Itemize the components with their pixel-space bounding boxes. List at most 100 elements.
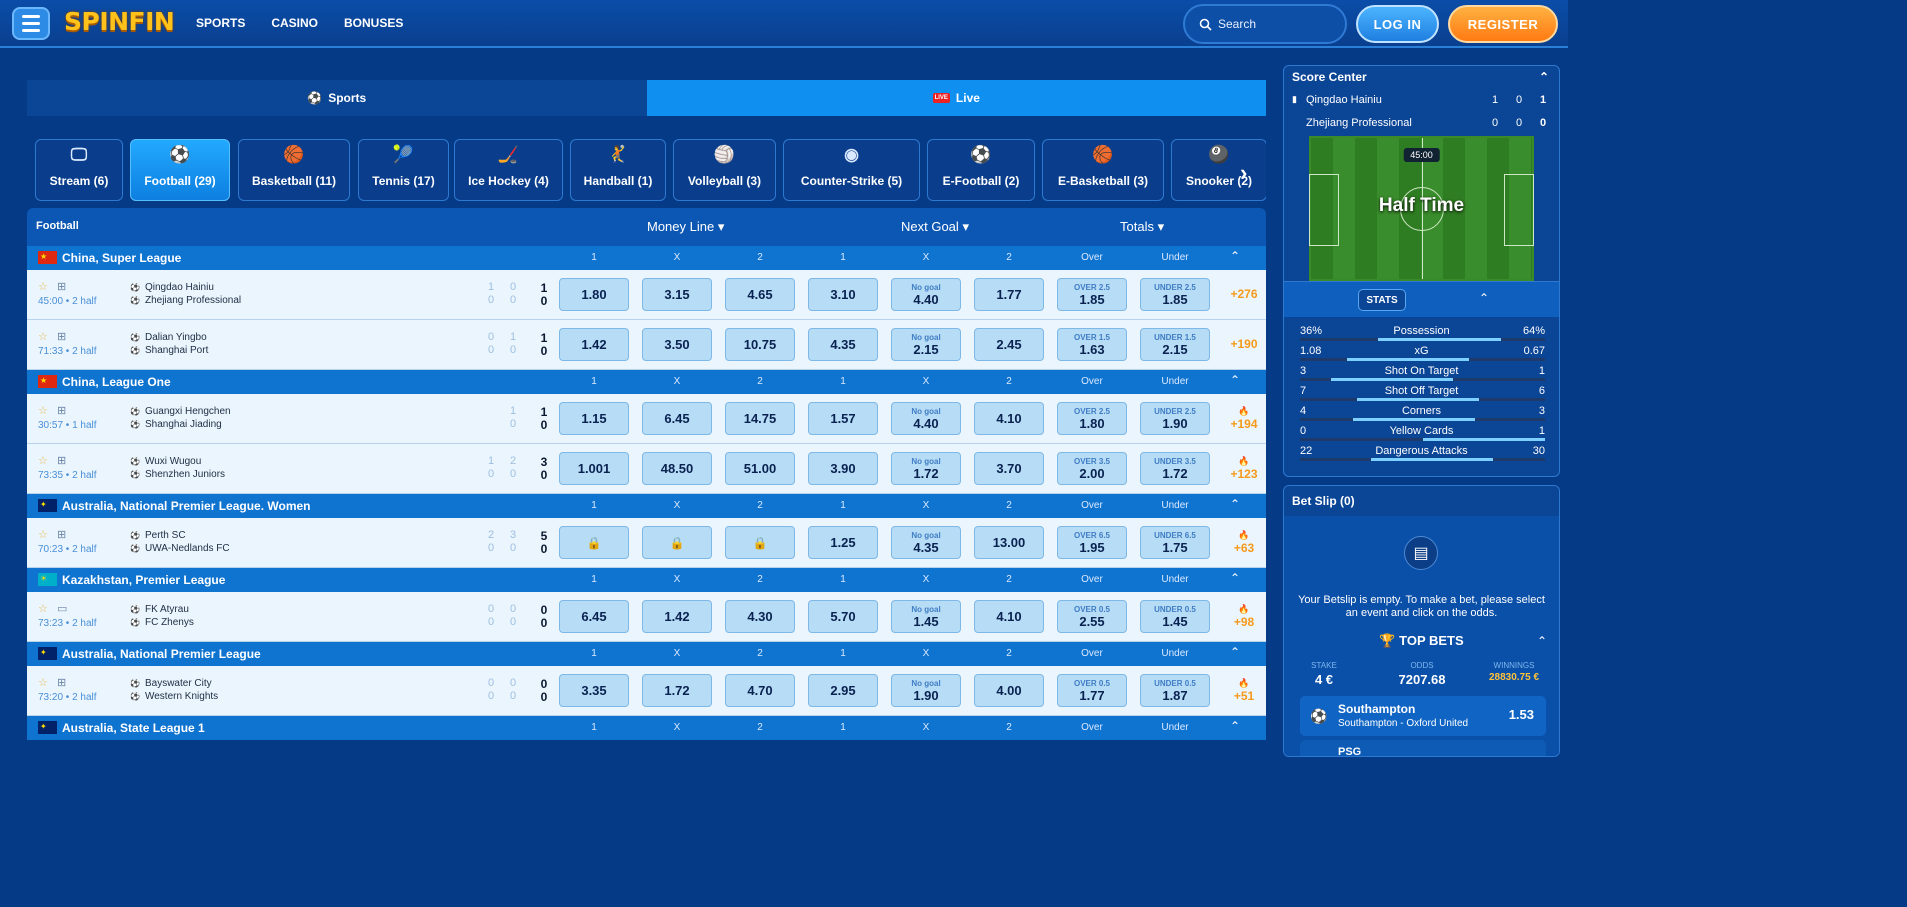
odds-button[interactable]: 4.70 bbox=[725, 674, 795, 707]
odds-button[interactable]: 1.42 bbox=[559, 328, 629, 361]
chevron-up-icon[interactable]: ⌃ bbox=[1537, 634, 1547, 648]
top-bets-title[interactable]: 🏆 TOP BETS bbox=[1284, 633, 1559, 653]
odds-button[interactable]: UNDER 6.5 1.75 bbox=[1140, 526, 1210, 559]
odds-button[interactable]: 1.80 bbox=[559, 278, 629, 311]
chevron-up-icon[interactable]: ⌃ bbox=[1479, 291, 1489, 305]
odds-button[interactable]: UNDER 1.5 2.15 bbox=[1140, 328, 1210, 361]
odds-button[interactable]: 5.70 bbox=[808, 600, 878, 633]
star-icon[interactable]: ☆ bbox=[38, 404, 48, 417]
odds-button[interactable]: 1.57 bbox=[808, 402, 878, 435]
odds-button[interactable]: 1.42 bbox=[642, 600, 712, 633]
match-row[interactable]: ☆ ▭ 73:23 • 2 half ⚽ FK Atyrau ⚽ FC Zhenys 0 0 0 0… bbox=[27, 592, 1266, 642]
bet-slip-header[interactable]: Bet Slip (0) bbox=[1284, 486, 1559, 516]
sport-tab[interactable]: 🤾 Handball (1) bbox=[570, 139, 666, 201]
sport-tab[interactable]: 🏀 Basketball (11) bbox=[238, 139, 350, 201]
more-markets[interactable]: 🔥 +123 bbox=[1229, 456, 1259, 481]
sport-tab[interactable]: 🎾 Tennis (17) bbox=[358, 139, 449, 201]
sport-tab[interactable]: 🏀 E-Basketball (3) bbox=[1042, 139, 1164, 201]
odds-button[interactable]: OVER 2.5 1.80 bbox=[1057, 402, 1127, 435]
logo[interactable]: SPINFIN bbox=[64, 7, 175, 36]
odds-button[interactable]: 3.10 bbox=[808, 278, 878, 311]
match-row[interactable]: ☆ ⊞ 73:20 • 2 half ⚽ Bayswater City ⚽ Western … bbox=[27, 666, 1266, 716]
odds-button[interactable]: UNDER 2.5 1.85 bbox=[1140, 278, 1210, 311]
odds-button[interactable]: 🔒 bbox=[725, 526, 795, 559]
sport-tab[interactable]: 🏐 Volleyball (3) bbox=[673, 139, 776, 201]
odds-button[interactable]: 6.45 bbox=[559, 600, 629, 633]
chevron-up-icon[interactable]: ⌃ bbox=[1230, 719, 1240, 733]
search-input[interactable]: Search bbox=[1183, 4, 1347, 44]
odds-button[interactable]: 51.00 bbox=[725, 452, 795, 485]
star-icon[interactable]: ☆ bbox=[38, 454, 48, 467]
more-markets[interactable]: 🔥 +98 bbox=[1229, 604, 1259, 629]
odds-button[interactable]: 10.75 bbox=[725, 328, 795, 361]
chevron-up-icon[interactable]: ⌃ bbox=[1230, 571, 1240, 585]
odds-button[interactable]: 🔒 bbox=[642, 526, 712, 559]
scroll-right-icon[interactable]: › bbox=[1240, 160, 1247, 186]
odds-button[interactable]: 3.70 bbox=[974, 452, 1044, 485]
score-center-header[interactable]: Score Center ⌃ bbox=[1284, 66, 1559, 88]
star-icon[interactable]: ☆ bbox=[38, 528, 48, 541]
odds-button[interactable]: UNDER 0.5 1.87 bbox=[1140, 674, 1210, 707]
sport-tab[interactable]: 🏒 Ice Hockey (4) bbox=[454, 139, 563, 201]
chevron-up-icon[interactable]: ⌃ bbox=[1539, 70, 1549, 84]
group-next-goal[interactable]: Next Goal ▾ bbox=[901, 219, 969, 235]
odds-button[interactable]: OVER 1.5 1.63 bbox=[1057, 328, 1127, 361]
odds-button[interactable]: OVER 6.5 1.95 bbox=[1057, 526, 1127, 559]
nav-bonuses[interactable]: BONUSES bbox=[344, 16, 403, 30]
odds-button[interactable]: No goal 2.15 bbox=[891, 328, 961, 361]
odds-button[interactable]: No goal 4.40 bbox=[891, 402, 961, 435]
odds-button[interactable]: 4.65 bbox=[725, 278, 795, 311]
odds-button[interactable]: 3.15 bbox=[642, 278, 712, 311]
odds-button[interactable]: 3.35 bbox=[559, 674, 629, 707]
match-row[interactable]: ☆ ⊞ 70:23 • 2 half ⚽ Perth SC ⚽ UWA-Nedlands F… bbox=[27, 518, 1266, 568]
odds-button[interactable]: 1.72 bbox=[642, 674, 712, 707]
odds-button[interactable]: UNDER 0.5 1.45 bbox=[1140, 600, 1210, 633]
odds-button[interactable]: OVER 0.5 1.77 bbox=[1057, 674, 1127, 707]
odds-button[interactable]: UNDER 3.5 1.72 bbox=[1140, 452, 1210, 485]
tab-sports[interactable]: ⚽ Sports bbox=[27, 80, 647, 116]
top-bet-card[interactable]: PSG bbox=[1300, 740, 1546, 756]
star-icon[interactable]: ☆ bbox=[38, 330, 48, 343]
odds-button[interactable]: 4.10 bbox=[974, 600, 1044, 633]
nav-sports[interactable]: SPORTS bbox=[196, 16, 245, 30]
odds-button[interactable]: 14.75 bbox=[725, 402, 795, 435]
odds-button[interactable]: OVER 2.5 1.85 bbox=[1057, 278, 1127, 311]
sport-tab[interactable]: ⚽ E-Football (2) bbox=[927, 139, 1035, 201]
tab-live[interactable]: LIVE Live bbox=[646, 80, 1266, 116]
odds-button[interactable]: No goal 1.90 bbox=[891, 674, 961, 707]
odds-button[interactable]: 48.50 bbox=[642, 452, 712, 485]
odds-button[interactable]: 🔒 bbox=[559, 526, 629, 559]
odds-button[interactable]: 13.00 bbox=[974, 526, 1044, 559]
odds-button[interactable]: 4.00 bbox=[974, 674, 1044, 707]
odds-button[interactable]: 1.25 bbox=[808, 526, 878, 559]
odds-button[interactable]: 3.90 bbox=[808, 452, 878, 485]
star-icon[interactable]: ☆ bbox=[38, 676, 48, 689]
star-icon[interactable]: ☆ bbox=[38, 280, 48, 293]
match-row[interactable]: ☆ ⊞ 73:35 • 2 half ⚽ Wuxi Wugou ⚽ Shenzhen Jun… bbox=[27, 444, 1266, 494]
odds-button[interactable]: 1.77 bbox=[974, 278, 1044, 311]
odds-button[interactable]: No goal 1.45 bbox=[891, 600, 961, 633]
sport-tab[interactable]: ◉ Counter-Strike (5) bbox=[783, 139, 920, 201]
top-bet-card[interactable]: ⚽ Southampton Southampton - Oxford Unite… bbox=[1300, 696, 1546, 736]
more-markets[interactable]: 🔥 +63 bbox=[1229, 530, 1259, 555]
odds-button[interactable]: 2.95 bbox=[808, 674, 878, 707]
chevron-up-icon[interactable]: ⌃ bbox=[1230, 645, 1240, 659]
odds-button[interactable]: 4.35 bbox=[808, 328, 878, 361]
more-markets[interactable]: 🔥 +194 bbox=[1229, 406, 1259, 431]
odds-button[interactable]: No goal 1.72 bbox=[891, 452, 961, 485]
group-totals[interactable]: Totals ▾ bbox=[1120, 219, 1164, 235]
more-markets[interactable]: +276 bbox=[1229, 287, 1259, 301]
odds-button[interactable]: 4.30 bbox=[725, 600, 795, 633]
chevron-up-icon[interactable]: ⌃ bbox=[1230, 497, 1240, 511]
chevron-up-icon[interactable]: ⌃ bbox=[1230, 373, 1240, 387]
odds-button[interactable]: 6.45 bbox=[642, 402, 712, 435]
more-markets[interactable]: +190 bbox=[1229, 337, 1259, 351]
match-row[interactable]: ☆ ⊞ 45:00 • 2 half ⚽ Qingdao Hainiu ⚽ Zhejiang… bbox=[27, 270, 1266, 320]
odds-button[interactable]: 1.001 bbox=[559, 452, 629, 485]
odds-button[interactable]: OVER 0.5 2.55 bbox=[1057, 600, 1127, 633]
odds-button[interactable]: 4.10 bbox=[974, 402, 1044, 435]
odds-button[interactable]: UNDER 2.5 1.90 bbox=[1140, 402, 1210, 435]
odds-button[interactable]: 3.50 bbox=[642, 328, 712, 361]
odds-button[interactable]: OVER 3.5 2.00 bbox=[1057, 452, 1127, 485]
odds-button[interactable]: No goal 4.40 bbox=[891, 278, 961, 311]
